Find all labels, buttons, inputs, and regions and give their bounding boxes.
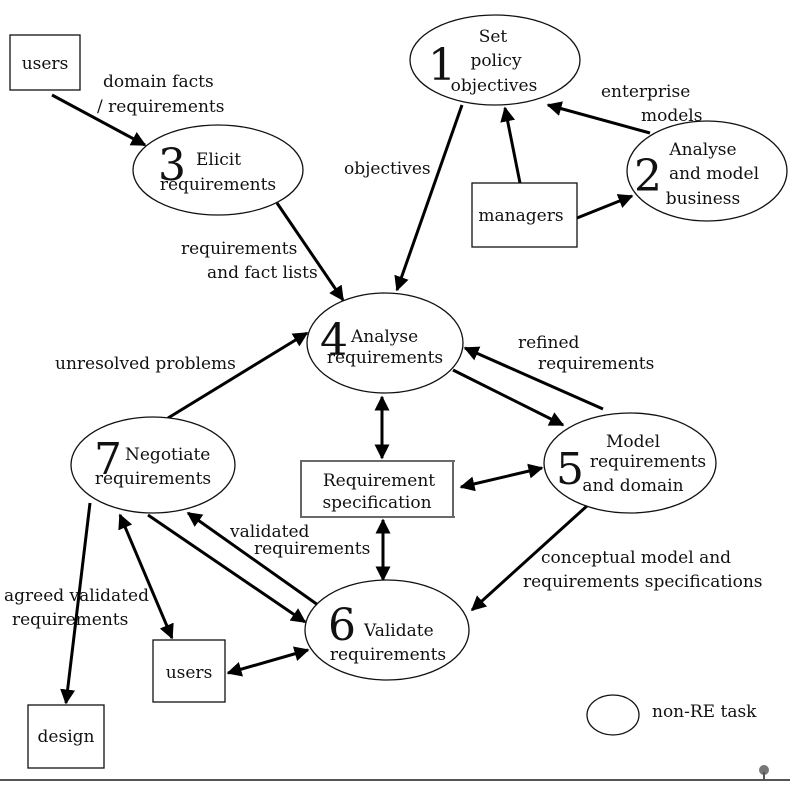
svg-text:Analyse: Analyse bbox=[350, 327, 418, 347]
tree-logo-icon bbox=[759, 765, 769, 780]
svg-text:/ requirements: / requirements bbox=[97, 97, 224, 117]
svg-text:Model: Model bbox=[606, 432, 660, 452]
svg-text:5: 5 bbox=[556, 444, 584, 495]
label-refined-requirements: refined bbox=[518, 333, 580, 353]
task-5: 5 Model requirements and domain bbox=[543, 412, 717, 514]
svg-text:Set: Set bbox=[479, 27, 508, 47]
svg-text:and fact lists: and fact lists bbox=[207, 263, 318, 283]
box-users-bottom: users bbox=[152, 639, 226, 703]
task-6: 6 Validate requirements bbox=[304, 579, 470, 681]
legend: non-RE task bbox=[586, 694, 757, 736]
task-4: 4 Analyse requirements bbox=[306, 292, 464, 394]
box-users-top: users bbox=[9, 34, 81, 91]
svg-text:2: 2 bbox=[634, 151, 662, 202]
svg-text:Negotiate: Negotiate bbox=[125, 445, 210, 465]
svg-text:Analyse: Analyse bbox=[668, 140, 736, 160]
svg-text:requirements: requirements bbox=[95, 469, 211, 489]
requirements-process-diagram: 1 Set policy objectives 2 Analyse and mo… bbox=[0, 14, 790, 781]
svg-text:requirements: requirements bbox=[254, 539, 370, 559]
svg-text:non-RE task: non-RE task bbox=[652, 702, 757, 722]
svg-text:objectives: objectives bbox=[451, 76, 538, 96]
svg-text:design: design bbox=[38, 727, 95, 747]
svg-text:models: models bbox=[641, 106, 702, 126]
arrow-managers-to-business bbox=[576, 194, 634, 220]
svg-text:and model: and model bbox=[669, 164, 759, 184]
svg-text:requirements: requirements bbox=[590, 452, 706, 472]
svg-text:requirements specifications: requirements specifications bbox=[523, 572, 763, 592]
arrow-policy-to-analyse bbox=[394, 104, 464, 292]
task-1: 1 Set policy objectives bbox=[409, 14, 581, 106]
svg-text:requirements: requirements bbox=[330, 645, 446, 665]
arrow-users-validate bbox=[226, 646, 310, 677]
task-2: 2 Analyse and model business bbox=[626, 120, 788, 222]
svg-text:Elicit: Elicit bbox=[196, 150, 241, 170]
label-conceptual-model: conceptual model and bbox=[541, 548, 731, 568]
label-domain-facts: domain facts bbox=[103, 72, 214, 92]
arrow-negotiate-to-analyse bbox=[167, 331, 309, 420]
svg-text:requirements: requirements bbox=[12, 610, 128, 630]
svg-text:Requirement: Requirement bbox=[323, 471, 435, 491]
arrow-spec-model bbox=[459, 463, 544, 492]
arrow-managers-to-policy bbox=[500, 106, 522, 184]
label-unresolved-problems: unresolved problems bbox=[55, 354, 236, 374]
legend-ellipse-icon bbox=[586, 694, 640, 736]
task-3: 3 Elicit requirements bbox=[132, 124, 304, 216]
label-requirements-fact-lists: requirements bbox=[181, 239, 297, 259]
box-managers: managers bbox=[471, 182, 578, 248]
svg-text:users: users bbox=[166, 663, 213, 683]
svg-text:users: users bbox=[22, 54, 69, 74]
arrow-business-to-policy bbox=[546, 101, 651, 135]
svg-text:requirements: requirements bbox=[327, 348, 443, 368]
svg-text:requirements: requirements bbox=[160, 175, 276, 195]
svg-text:managers: managers bbox=[478, 206, 563, 226]
label-objectives: objectives bbox=[344, 159, 431, 179]
box-design: design bbox=[27, 704, 105, 769]
task-7: 7 Negotiate requirements bbox=[70, 416, 236, 514]
svg-text:policy: policy bbox=[470, 51, 522, 71]
svg-text:specification: specification bbox=[322, 493, 431, 513]
box-requirement-specification: Requirement specification bbox=[300, 460, 455, 518]
svg-text:and domain: and domain bbox=[582, 476, 683, 496]
svg-text:Validate: Validate bbox=[363, 621, 434, 641]
label-agreed-validated: agreed validated bbox=[4, 586, 149, 606]
svg-text:6: 6 bbox=[328, 600, 356, 651]
arrow-analyse-to-model bbox=[452, 368, 565, 427]
label-enterprise-models: enterprise bbox=[601, 82, 690, 102]
svg-text:business: business bbox=[666, 189, 740, 209]
svg-text:requirements: requirements bbox=[538, 354, 654, 374]
